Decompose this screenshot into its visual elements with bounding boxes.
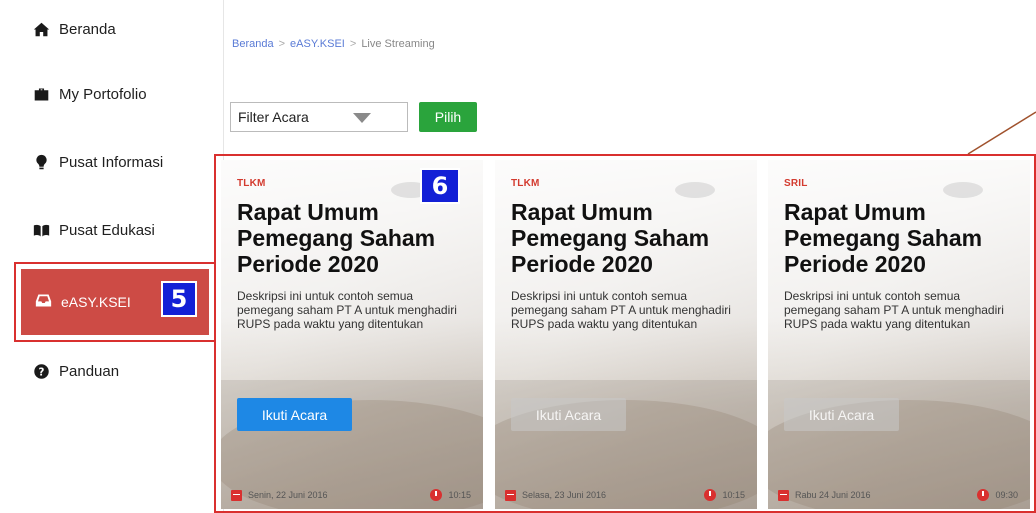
- annotation-pointer-line: [967, 111, 1036, 155]
